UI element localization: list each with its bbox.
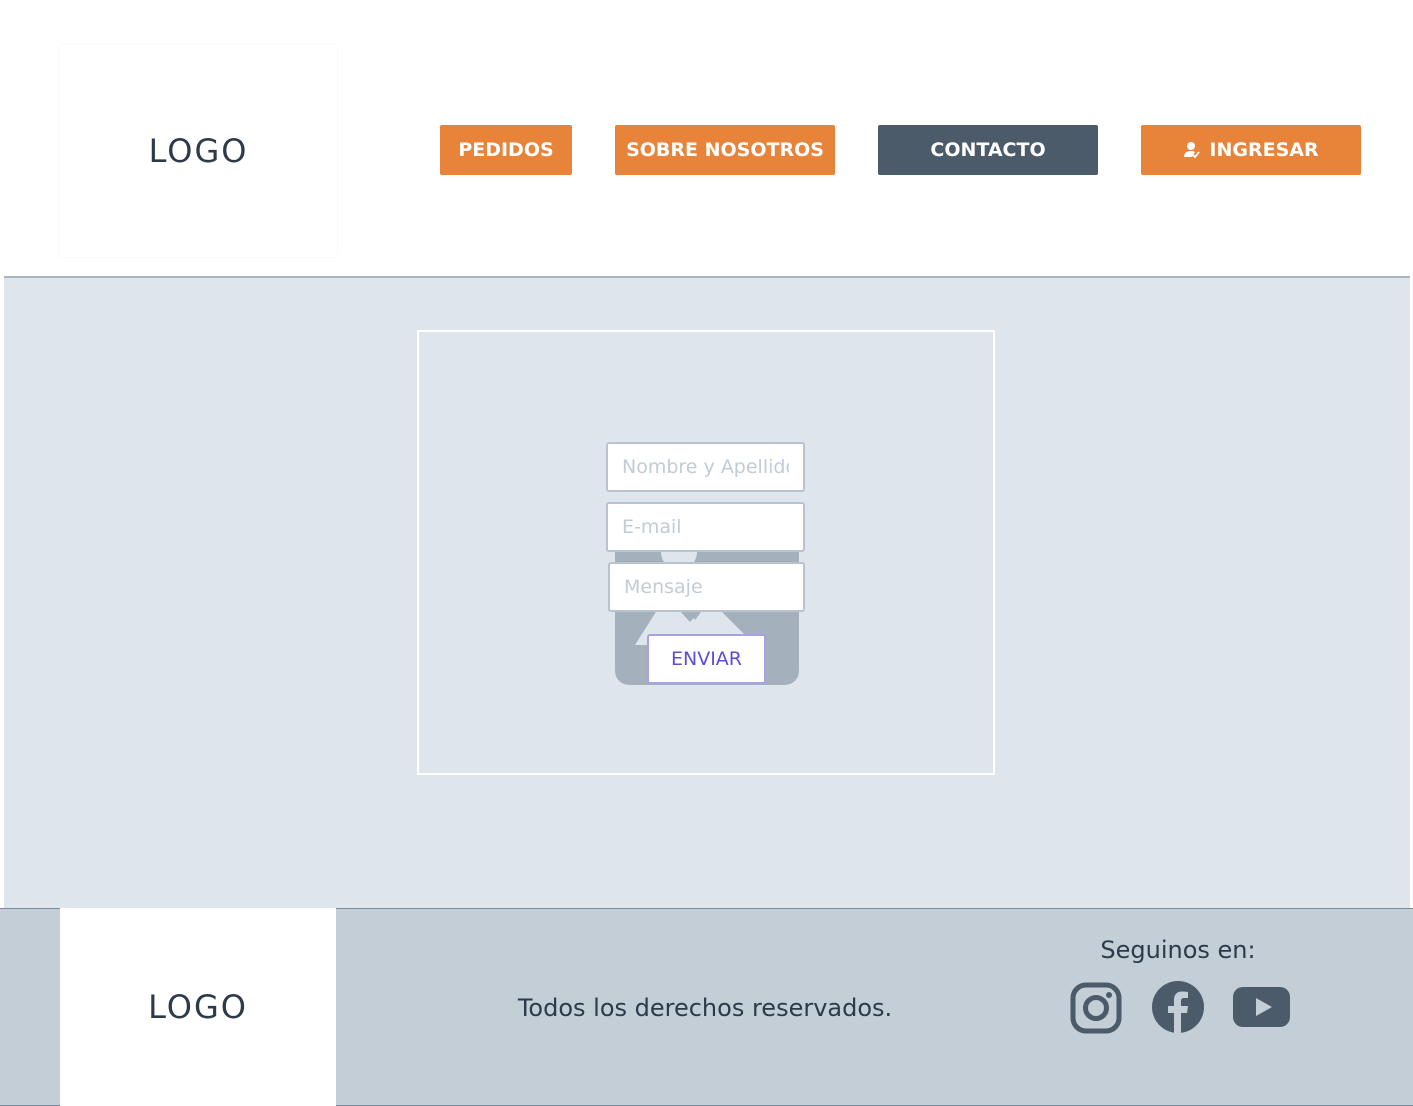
- instagram-icon[interactable]: [1068, 980, 1124, 1036]
- footer-logo-text: LOGO: [148, 988, 248, 1026]
- header-logo-text: LOGO: [148, 132, 249, 170]
- nav-sobre-nosotros-label: SOBRE NOSOTROS: [626, 139, 824, 161]
- nav-sobre-nosotros-button[interactable]: SOBRE NOSOTROS: [615, 125, 835, 175]
- nav-pedidos-button[interactable]: PEDIDOS: [440, 125, 572, 175]
- email-input[interactable]: [606, 502, 805, 552]
- nav-ingresar-label: INGRESAR: [1209, 139, 1319, 161]
- message-input[interactable]: [608, 562, 805, 612]
- name-input[interactable]: [606, 442, 805, 492]
- follow-us-label: Seguinos en:: [1100, 936, 1256, 964]
- nav-ingresar-button[interactable]: INGRESAR: [1141, 125, 1361, 175]
- header-logo[interactable]: LOGO: [60, 45, 337, 257]
- send-button[interactable]: ENVIAR: [647, 634, 766, 684]
- nav-contacto-button[interactable]: CONTACTO: [878, 125, 1098, 175]
- copyright-text: Todos los derechos reservados.: [517, 994, 893, 1022]
- user-check-icon: [1183, 141, 1201, 159]
- facebook-icon[interactable]: [1150, 980, 1206, 1036]
- footer-logo[interactable]: LOGO: [60, 908, 336, 1106]
- send-button-label: ENVIAR: [670, 648, 743, 670]
- youtube-icon[interactable]: [1232, 980, 1292, 1036]
- nav-pedidos-label: PEDIDOS: [458, 139, 554, 161]
- nav-contacto-label: CONTACTO: [930, 139, 1046, 161]
